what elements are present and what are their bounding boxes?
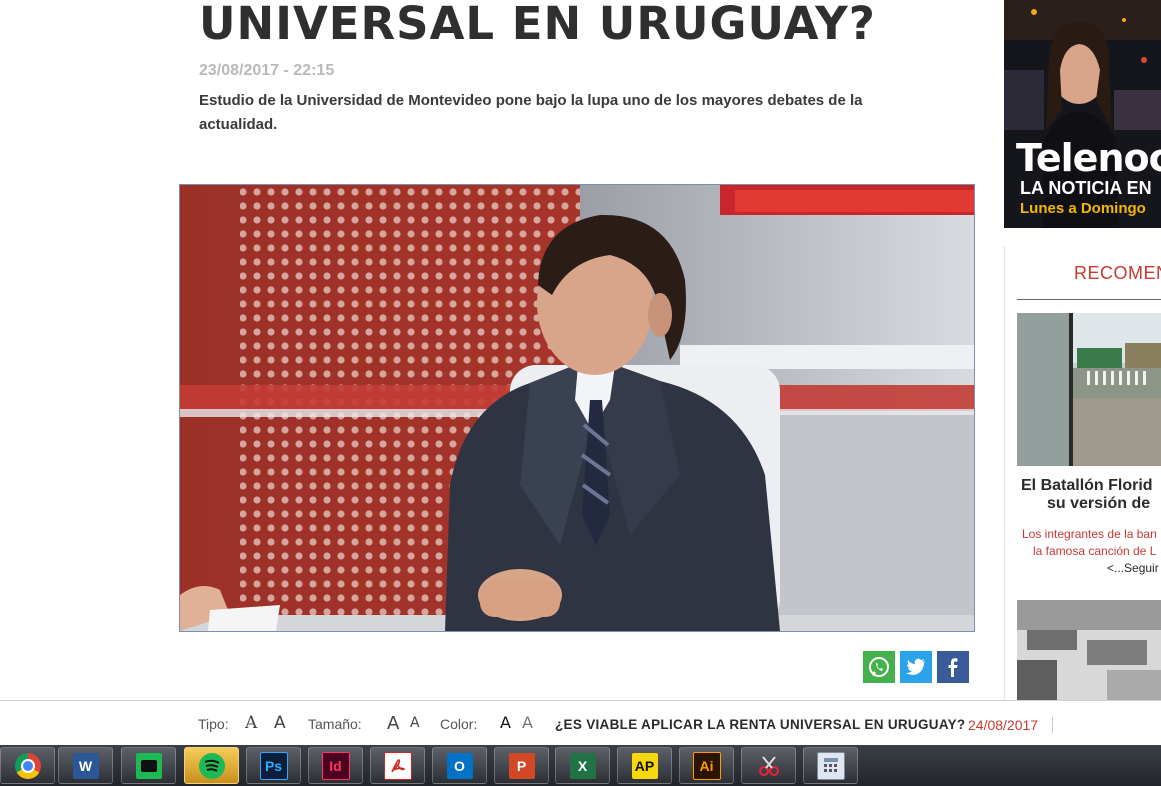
excerpt-line2: la famosa canción de L: [1033, 544, 1157, 558]
taskbar-photoshop-button[interactable]: Ps: [246, 747, 301, 784]
taskbar-acrobat-button[interactable]: [370, 747, 425, 784]
tamano-label: Tamaño:: [308, 716, 362, 732]
windows-taskbar: W Ps Id O P X AP Ai: [0, 745, 1161, 786]
toolbar-date: 24/08/2017: [968, 717, 1039, 733]
recommended-headline-line2[interactable]: su versión de: [1021, 495, 1161, 513]
font-size-small-button[interactable]: A: [410, 715, 420, 731]
reading-toolbar: Tipo: A A Tamaño: A A Color: A A ¿ES VIA…: [0, 700, 1161, 746]
read-more-link[interactable]: <...Seguir l: [1022, 560, 1161, 577]
taskbar-excel-button[interactable]: X: [555, 747, 610, 784]
excel-icon: X: [569, 752, 596, 779]
color-dark-button[interactable]: A: [500, 713, 511, 732]
recommended-divider: [1017, 299, 1161, 300]
spotify-icon: [198, 752, 225, 779]
recommended-headline-line1[interactable]: El Batallón Florid: [1021, 477, 1161, 495]
recommended-item-image-2[interactable]: [1017, 600, 1161, 700]
ad-schedule: Lunes a Domingo: [1020, 200, 1146, 217]
color-light-button[interactable]: A: [522, 713, 533, 732]
taskbar-spotify-button[interactable]: [184, 747, 239, 784]
article-subtitle: Estudio de la Universidad de Montevideo …: [199, 92, 863, 133]
facebook-icon: [948, 658, 958, 677]
word-icon: W: [72, 752, 99, 779]
recommended-item-headline[interactable]: El Batallón Florid su versión de: [1021, 477, 1161, 513]
taskbar-calculator-button[interactable]: [803, 747, 858, 784]
taskbar-app-stack-button[interactable]: [121, 747, 176, 784]
ad-tagline: LA NOTICIA EN: [1020, 178, 1152, 198]
toolbar-headline: ¿ES VIABLE APLICAR LA RENTA UNIVERSAL EN…: [555, 717, 966, 732]
taskbar-indesign-button[interactable]: Id: [308, 747, 363, 784]
powerpoint-icon: P: [508, 752, 535, 779]
ad-brand: Telenoc: [1016, 136, 1161, 180]
font-size-large-button[interactable]: A: [387, 713, 399, 734]
taskbar-ap-button[interactable]: AP: [617, 747, 672, 784]
taskbar-outlook-button[interactable]: O: [432, 747, 487, 784]
recommended-item-image[interactable]: [1017, 313, 1161, 466]
font-type-sans-button[interactable]: A: [274, 713, 286, 733]
article-photo: [179, 184, 975, 632]
excerpt-line1: Los integrantes de la ban: [1022, 527, 1157, 541]
ap-icon: AP: [631, 752, 658, 779]
article-date: 23/08/2017 - 22:15: [199, 62, 335, 79]
app-stack-icon: [135, 752, 162, 779]
recommended-item-excerpt: Los integrantes de la ban la famosa canc…: [1022, 526, 1161, 577]
taskbar-chrome-button[interactable]: [0, 747, 55, 784]
toolbar-divider: [1052, 717, 1053, 733]
facebook-share-button[interactable]: [937, 651, 969, 683]
taskbar-word-button[interactable]: W: [58, 747, 113, 784]
tipo-label: Tipo:: [198, 716, 229, 732]
recommended-section: RECOMEN El Batallón Florid su versión de…: [1004, 246, 1161, 700]
acrobat-icon: [383, 751, 412, 780]
snipping-tool-icon: [756, 753, 782, 779]
whatsapp-icon: [869, 657, 889, 677]
taskbar-illustrator-button[interactable]: Ai: [679, 747, 734, 784]
sidebar-ad-banner[interactable]: Telenoc LA NOTICIA EN Lunes a Domingo: [1004, 0, 1161, 228]
article-title: UNIVERSAL EN URUGUAY?: [199, 0, 876, 50]
indesign-icon: Id: [321, 751, 350, 780]
taskbar-snipping-tool-button[interactable]: [741, 747, 796, 784]
taskbar-powerpoint-button[interactable]: P: [494, 747, 549, 784]
calculator-icon: [816, 751, 845, 780]
chrome-icon: [14, 752, 41, 779]
font-type-serif-button[interactable]: A: [245, 713, 257, 733]
photoshop-icon: Ps: [259, 751, 288, 780]
twitter-share-button[interactable]: [900, 651, 932, 683]
twitter-icon: [906, 658, 925, 675]
illustrator-icon: Ai: [692, 751, 721, 780]
whatsapp-share-button[interactable]: [863, 651, 895, 683]
color-label: Color:: [440, 716, 478, 732]
article: UNIVERSAL EN URUGUAY? 23/08/2017 - 22:15…: [0, 0, 1000, 700]
outlook-icon: O: [446, 752, 473, 779]
recommended-title: RECOMEN: [1074, 263, 1161, 283]
